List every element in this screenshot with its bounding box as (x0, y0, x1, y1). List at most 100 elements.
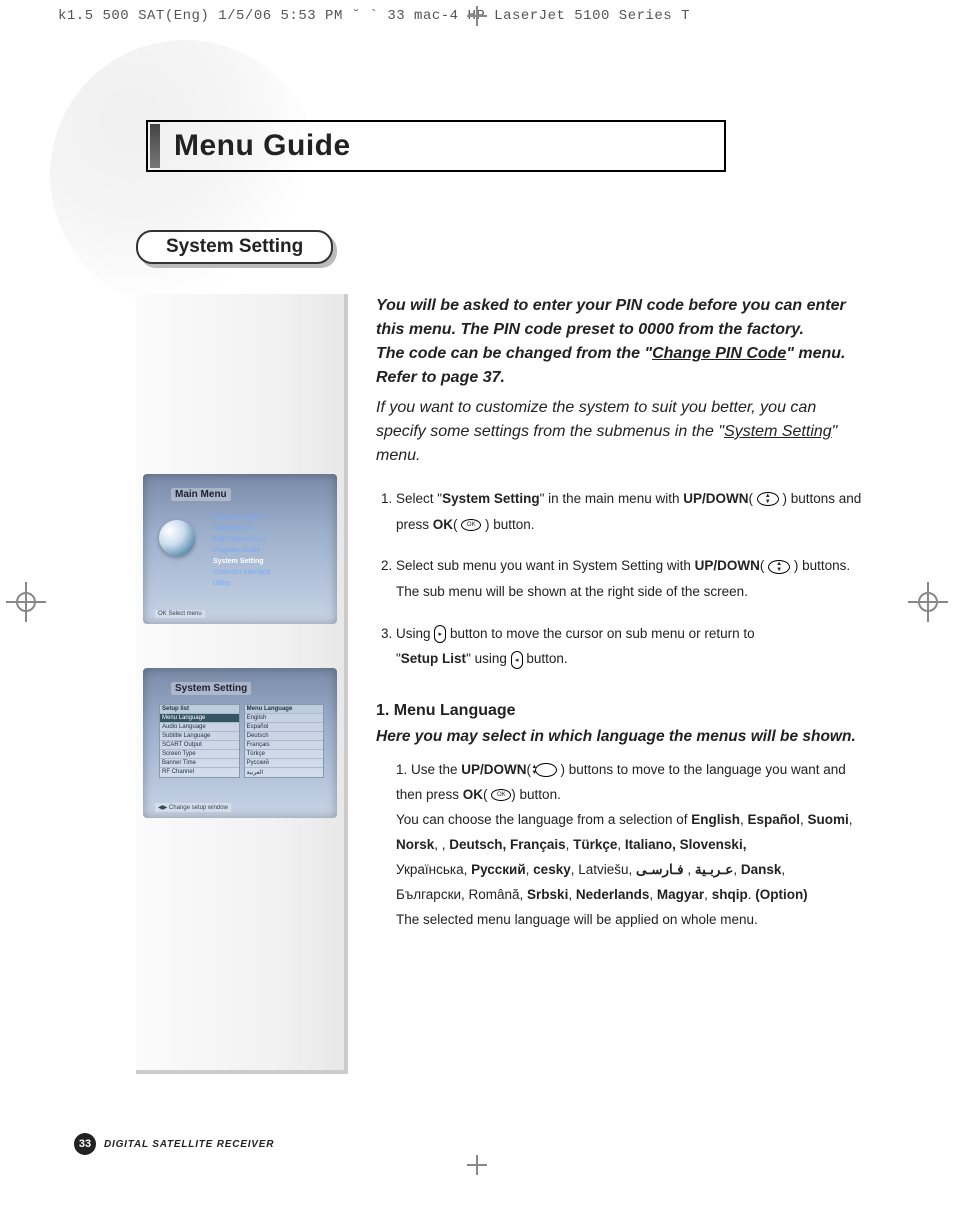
text-bold: UP/DOWN (683, 491, 748, 506)
crop-mark-bottom (467, 1155, 487, 1175)
ss1-footer: OK Select menu (155, 610, 205, 618)
text: then press (396, 787, 463, 802)
text-bold: (Option) (755, 887, 807, 902)
lang-name: shqip (712, 887, 748, 902)
lang-name: Dansk (741, 862, 782, 877)
intro-line: menu. (376, 447, 420, 464)
ss2-right-row: Türkçe (245, 749, 324, 758)
ss1-title: Main Menu (171, 488, 231, 501)
text: ) buttons and (779, 491, 862, 506)
text: , (617, 837, 625, 852)
language-instructions: 1. Use the UP/DOWN( ) buttons to move to… (376, 758, 894, 933)
crop-mark-top (467, 6, 487, 26)
globe-icon (159, 520, 195, 556)
text: , (800, 812, 808, 827)
updown-icon (768, 560, 790, 574)
ss1-item: Program Guide (213, 545, 271, 556)
ss2-right-col: Menu Language English Español Deutsch Fr… (244, 704, 325, 778)
lang-name: Srbski (527, 887, 568, 902)
text: , Latviešu, (571, 862, 636, 877)
intro-line: The code can be changed from the " (376, 345, 652, 362)
screenshot-system-setting: System Setting Setup list Menu Language … (143, 668, 337, 818)
text-bold: OK (433, 517, 453, 532)
section-heading: System Setting (136, 230, 333, 264)
ss2-left-row: RF Channel (160, 767, 239, 776)
ss1-menu-list: Channel Search Channel List Edit Channel… (213, 512, 271, 589)
updown-icon (757, 492, 779, 506)
intro-description: If you want to customize the system to s… (376, 396, 894, 468)
ss2-right-row: Русский (245, 758, 324, 767)
text-bold: UP/DOWN (461, 762, 526, 777)
lang-name: فـارسـى (636, 862, 684, 877)
text: , (733, 862, 741, 877)
text: , (649, 887, 657, 902)
lang-name: Español (748, 812, 801, 827)
text: button to move the cursor on sub menu or… (446, 626, 754, 641)
intro-warning: You will be asked to enter your PIN code… (376, 294, 894, 390)
page-title-bar: Menu Guide (146, 120, 726, 172)
ss2-left-row: Menu Language (160, 713, 239, 722)
ss1-item: Utility (213, 578, 271, 589)
text: press (396, 517, 433, 532)
text: " in the main menu with (540, 491, 684, 506)
ss2-left-col: Setup list Menu Language Audio Language … (159, 704, 240, 778)
text: ( (760, 558, 768, 573)
text: ( (453, 517, 461, 532)
ss2-left-row: SCART Output (160, 740, 239, 749)
registration-mark-left (6, 582, 46, 622)
text: , (740, 812, 748, 827)
intro-line: specify some settings from the submenus … (376, 423, 724, 440)
ss2-right-row: العربية (245, 767, 324, 777)
registration-mark-right (908, 582, 948, 622)
lang-name: Magyar (657, 887, 704, 902)
text: 1. Use the (396, 762, 461, 777)
updown-icon (535, 763, 557, 777)
text: Select " (396, 491, 442, 506)
page-footer: 33 DIGITAL SATELLITE RECEIVER (74, 1133, 274, 1155)
step-2: Select sub menu you want in System Setti… (396, 553, 894, 604)
lang-name: عـربـية (695, 862, 733, 877)
text: " using (466, 651, 511, 666)
text: , (566, 837, 574, 852)
text-bold: UP/DOWN (695, 558, 760, 573)
sidebar-screenshots: Main Menu Channel Search Channel List Ed… (136, 294, 348, 1074)
lang-name: cesky (533, 862, 571, 877)
text: The sub menu will be shown at the right … (396, 584, 748, 599)
ss2-right-row: English (245, 713, 324, 722)
lang-name: English (691, 812, 740, 827)
ss1-item: Channel Search (213, 512, 271, 523)
text: , (781, 862, 785, 877)
ss1-item-selected: System Setting (213, 556, 271, 567)
intro-line: " (832, 423, 838, 440)
ss2-left-row: Audio Language (160, 722, 239, 731)
text: The selected menu language will be appli… (396, 908, 894, 933)
left-icon: ◂ (511, 651, 523, 669)
page-title: Menu Guide (174, 129, 351, 163)
step-3: Using ▸ button to move the cursor on sub… (396, 621, 894, 672)
lang-name: Deutsch, Français (449, 837, 565, 852)
step-1: Select "System Setting" in the main menu… (396, 486, 894, 537)
ss1-item: Common Interface (213, 567, 271, 578)
intro-line: this menu. The PIN code preset to 0000 f… (376, 321, 804, 338)
screenshot-main-menu: Main Menu Channel Search Channel List Ed… (143, 474, 337, 624)
page-content: Menu Guide System Setting Main Menu Chan… (50, 36, 904, 1155)
body-text: You will be asked to enter your PIN code… (376, 294, 904, 1074)
ss2-left-header: Setup list (160, 705, 239, 713)
ss2-right-header: Menu Language (245, 705, 324, 713)
lang-name: Suomi (808, 812, 849, 827)
text: button. (523, 651, 568, 666)
ss2-right-row: Deutsch (245, 731, 324, 740)
text: , (684, 862, 695, 877)
title-accent (150, 124, 160, 168)
text: ) buttons. (790, 558, 850, 573)
text: Using (396, 626, 434, 641)
lang-name: Norsk (396, 837, 434, 852)
lang-name: Nederlands (576, 887, 650, 902)
ok-icon: OK (461, 519, 481, 531)
text: You can choose the language from a selec… (396, 812, 691, 827)
ss2-title: System Setting (171, 682, 251, 695)
intro-line: If you want to customize the system to s… (376, 399, 816, 416)
subsection-heading: 1. Menu Language (376, 702, 894, 720)
subsection-intro: Here you may select in which language th… (376, 728, 894, 746)
lang-name: Українська, (396, 862, 471, 877)
